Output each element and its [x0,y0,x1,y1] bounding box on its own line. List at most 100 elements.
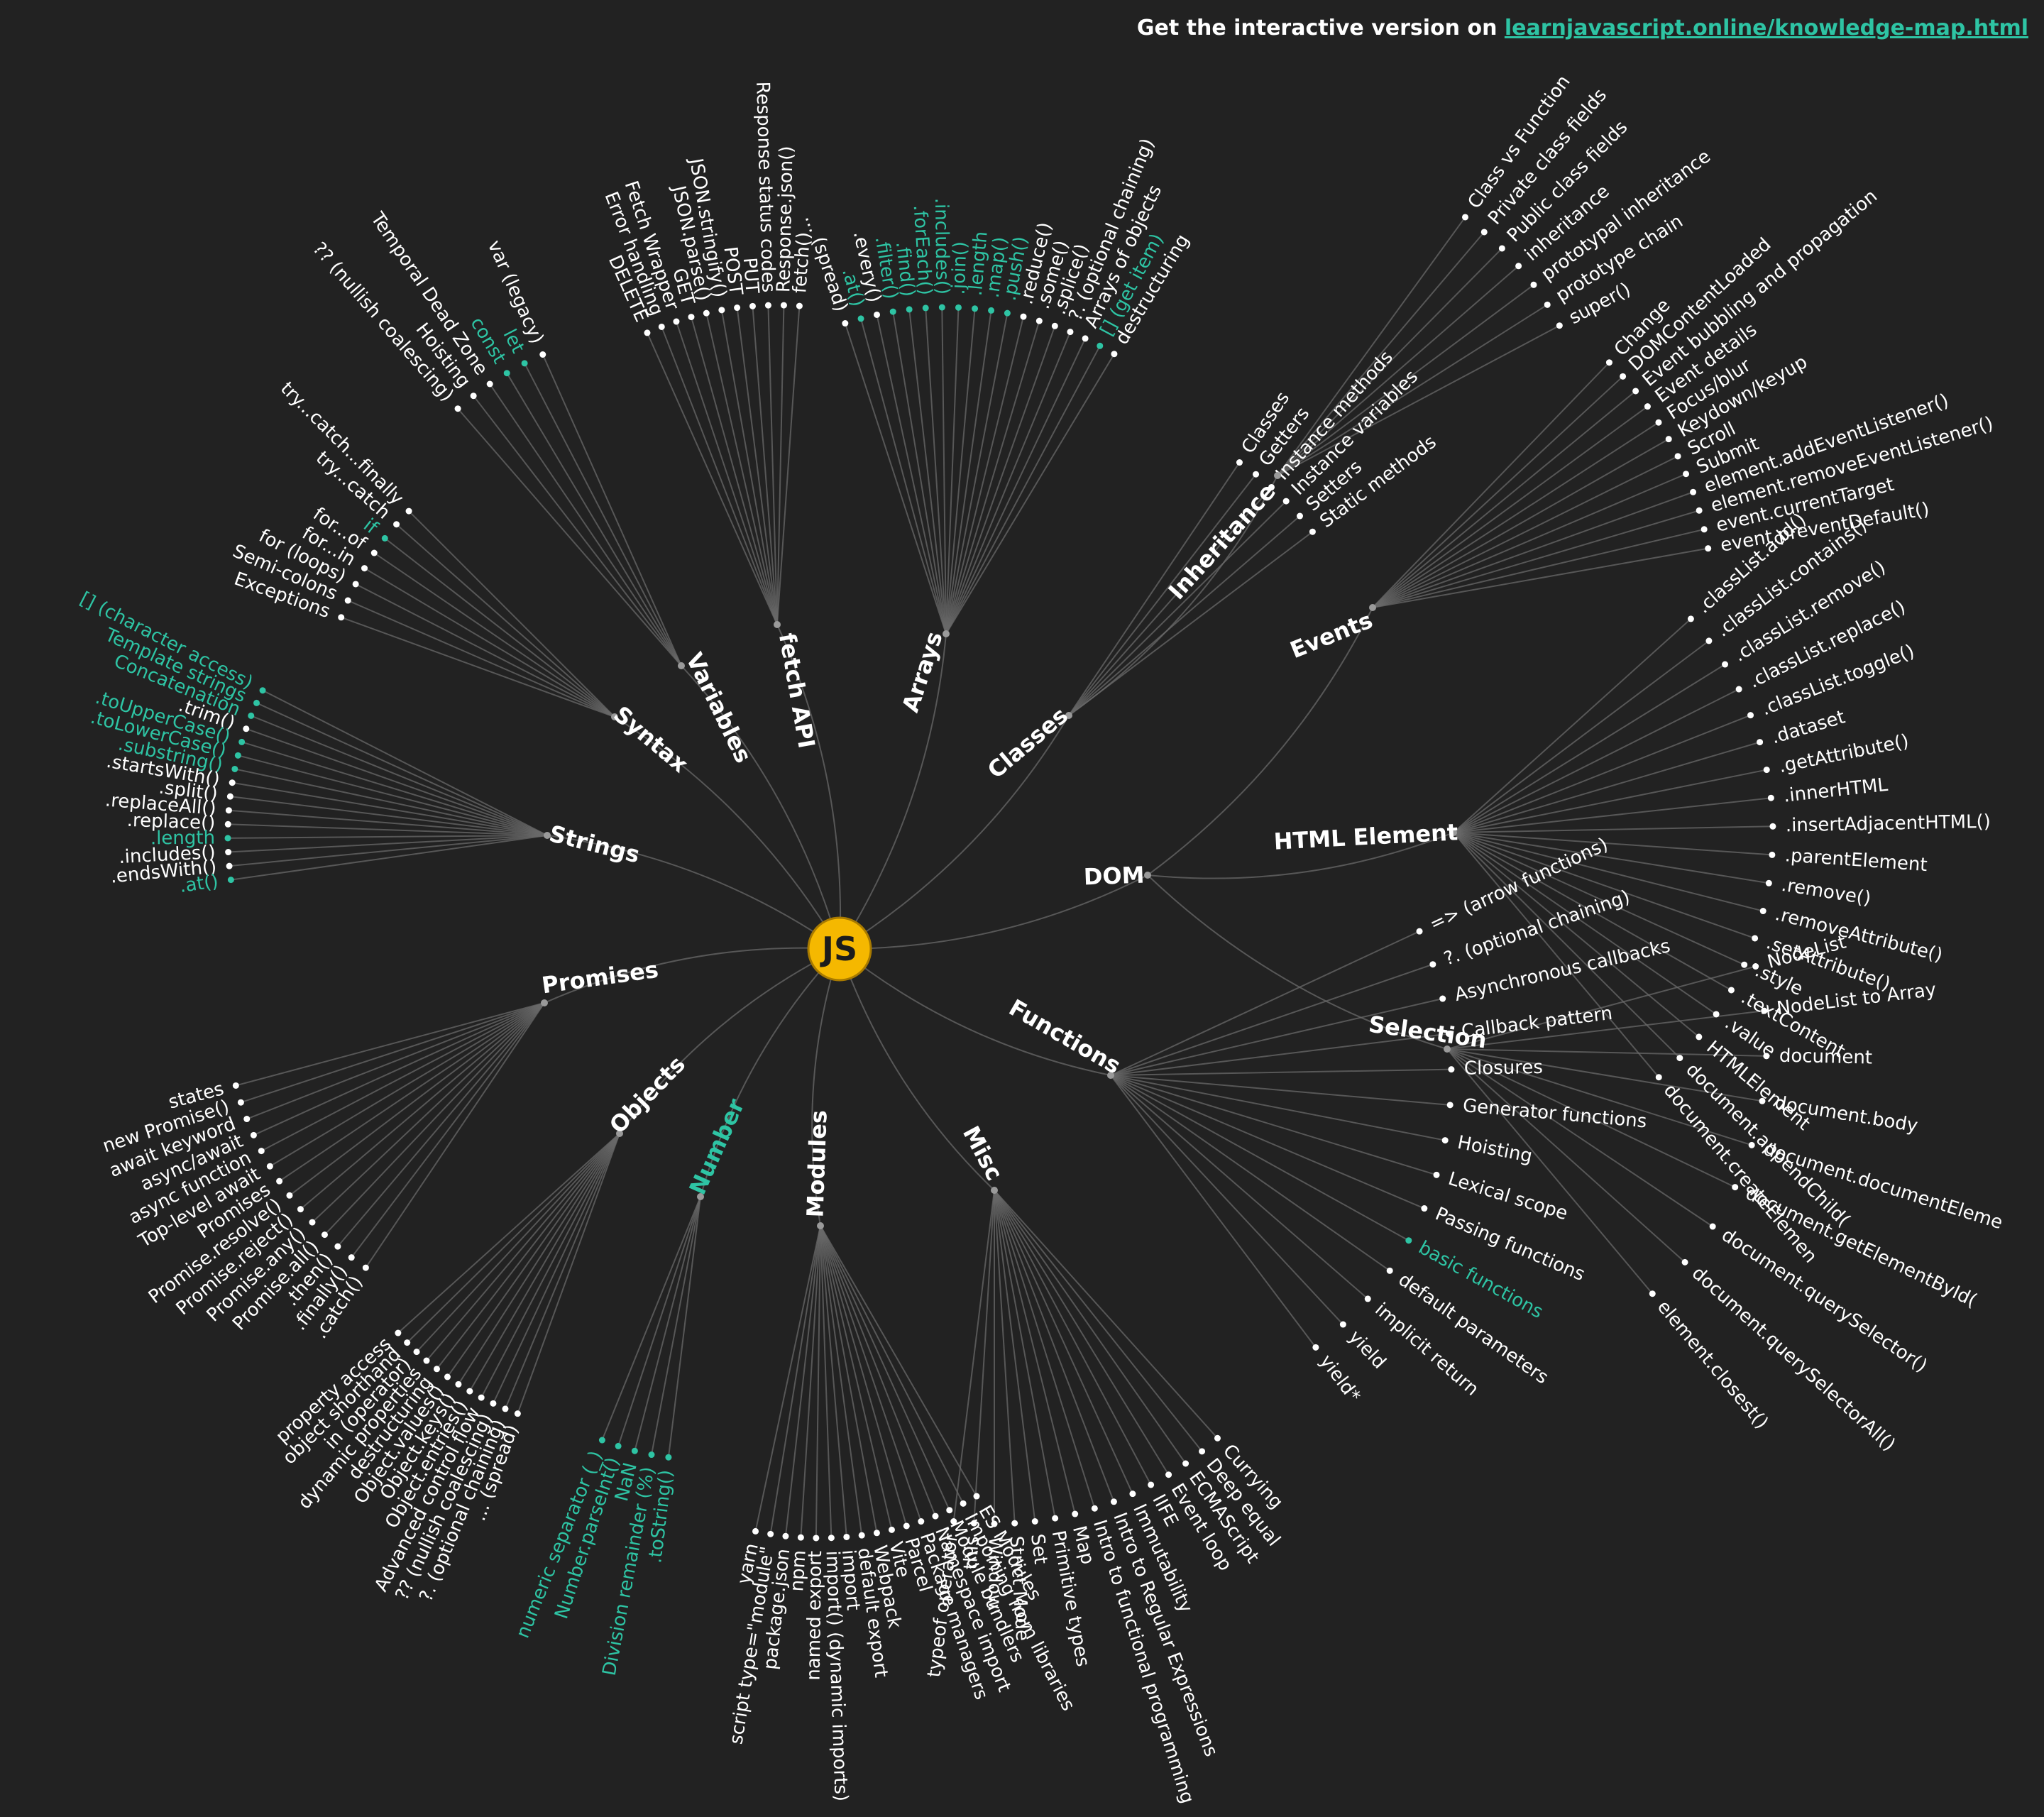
leaf-label[interactable]: Set [1026,1532,1051,1565]
leaf-edge [246,728,548,836]
leaf-dot [918,1518,925,1525]
group-label-htmlelement[interactable]: HTML Element [1273,818,1458,855]
leaf-edge [767,305,778,625]
leaf-edge [542,354,682,666]
group-dot [1144,872,1151,879]
leaf-dot [309,1219,316,1226]
leaf-dot [433,1366,440,1373]
group-label-classes[interactable]: Classes [982,702,1073,784]
leaf-dot [381,534,388,542]
group-label-arrays[interactable]: Arrays [896,628,947,715]
leaf-dot [1681,1258,1688,1266]
leaf-label[interactable]: .remove() [1780,874,1872,910]
leaf-dot [225,807,232,814]
leaf-dot [1696,1033,1703,1041]
leaf-dot [231,765,238,772]
leaf-dot [1097,342,1104,349]
leaf-label[interactable]: .insertAdjacentHTML() [1786,811,1991,837]
leaf-edge [260,1002,545,1152]
leaf-label[interactable]: .parentElement [1784,845,1928,876]
leaf-label[interactable]: Window [984,1537,1006,1610]
leaf-dot [1480,229,1488,236]
leaf-edge [480,1133,620,1398]
leaf-dot [1735,686,1742,693]
group-label-promises[interactable]: Promises [540,956,660,999]
leaf-label[interactable]: document [1779,1045,1873,1069]
leaf-dot [486,380,493,388]
leaf-dot [1713,1011,1720,1018]
leaf-label[interactable]: document.querySelector() [1718,1224,1931,1377]
groups-layer: fetch API Arrays VariablesSyntax Strings Pro… [540,472,1488,1229]
group-label-modules[interactable]: Modules [801,1109,832,1217]
leaf-dot [238,738,246,745]
leaf-dot [780,302,787,309]
group-label-strings[interactable]: Strings [546,820,642,868]
leaf-edge [506,373,682,666]
leaf-dot [286,1192,293,1199]
leaf-edge [691,317,778,625]
leaf-edge [1110,1075,1390,1272]
group-label-functions[interactable]: Functions [1004,994,1125,1079]
leaf-dot [1004,309,1011,317]
leaf-dot [950,1517,957,1525]
group-label-variables[interactable]: Variables [681,649,757,767]
group-label-selection[interactable]: Selection [1367,1011,1488,1054]
leaf-dot [874,311,881,318]
leaf-dot [234,752,241,759]
leaf-dot [1364,1295,1371,1302]
leaf-dot [466,1388,473,1395]
leaf-dot [658,323,665,330]
leaf-edge [458,1133,620,1385]
leaf-edge [994,1190,1016,1524]
leaf-dot [502,1405,509,1412]
leaf-dot [960,1500,967,1507]
leaf-dot [1498,245,1505,252]
group-label-objects[interactable]: Objects [604,1050,691,1138]
leaf-dot [1312,1344,1319,1351]
leaf-edge [416,1133,620,1353]
leaf-dot [1072,1510,1079,1517]
group-label-misc[interactable]: Misc [957,1121,1008,1185]
leaf-label[interactable]: yield* [1315,1351,1364,1406]
leaf-dot [1439,995,1446,1002]
leaf-dot [1052,1515,1059,1522]
leaf-label[interactable]: .at() [178,871,219,897]
leaf-edge [634,1196,701,1451]
leaf-dot [444,1373,451,1380]
leaf-dot [1605,359,1612,366]
leaf-edge [820,1225,965,1504]
leaf-label[interactable]: Closures [1464,1057,1543,1080]
leaf-edge [232,781,548,836]
leaf-dot [1649,1290,1656,1297]
leaf-dot [1752,963,1759,970]
leaf-dot [344,597,351,604]
leaf-edge [364,567,615,718]
leaf-dot [237,1099,244,1106]
leaf-edge [1453,832,1769,884]
group-label-inheritance[interactable]: Inheritance [1163,478,1281,605]
group-label-fetch[interactable]: fetch API [774,631,820,750]
leaf-label[interactable]: Hoisting [1456,1132,1534,1168]
leaf-edge [426,1133,620,1361]
leaf-dot [1020,313,1027,320]
group-label-events[interactable]: Events [1286,606,1376,664]
leaf-label[interactable]: this [960,1535,984,1570]
leaf-dot [718,307,725,314]
leaf-dot [813,1535,820,1542]
leaf-edge [324,1002,545,1236]
knowledge-map: fetch()Response.json()Response status co… [77,72,2006,1806]
root-node[interactable]: JS [807,916,872,982]
leaf-dot [888,1526,895,1533]
leaf-label[interactable]: .innerHTML [1783,774,1889,807]
group-label-syntax[interactable]: Syntax [608,701,693,778]
group-label-number[interactable]: Number [683,1094,749,1199]
leaf-edge [312,1002,545,1223]
leaf-dot [1644,403,1651,410]
leaf-label[interactable]: yield [1344,1327,1390,1373]
leaf-edge [1453,618,1692,833]
leaf-dot [1765,879,1772,886]
leaf-edge [524,363,682,666]
leaf-dot [1620,373,1627,380]
group-label-dom[interactable]: DOM [1083,862,1145,891]
leaf-edge [337,1002,545,1247]
